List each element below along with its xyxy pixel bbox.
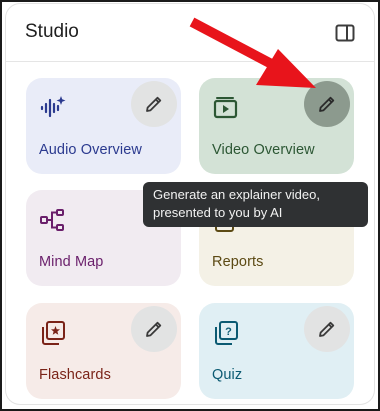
edit-video-button[interactable] — [304, 81, 350, 127]
card-video-overview[interactable]: Video Overview — [199, 78, 354, 174]
card-label: Audio Overview — [39, 142, 142, 158]
edit-quiz-button[interactable] — [304, 306, 350, 352]
tooltip-line: presented to you by AI — [153, 205, 283, 220]
tooltip-line: Generate an explainer video, — [153, 187, 320, 202]
card-quiz[interactable]: ? Quiz — [199, 303, 354, 399]
edit-flashcards-button[interactable] — [131, 306, 177, 352]
pencil-icon — [146, 96, 162, 112]
card-audio-overview[interactable]: Audio Overview — [26, 78, 181, 174]
card-label: Mind Map — [39, 254, 104, 270]
pencil-icon — [319, 321, 335, 337]
card-label: Flashcards — [39, 367, 111, 383]
panel-title: Studio — [25, 21, 79, 42]
card-label: Video Overview — [212, 142, 315, 158]
quiz-icon: ? — [212, 319, 240, 347]
video-icon — [212, 94, 240, 122]
studio-header: Studio — [6, 4, 374, 62]
panel-toggle-icon[interactable] — [334, 22, 356, 44]
card-label: Quiz — [212, 367, 243, 383]
mind-map-icon — [39, 206, 67, 234]
edit-audio-button[interactable] — [131, 81, 177, 127]
svg-text:?: ? — [225, 326, 232, 338]
flashcards-icon — [39, 319, 67, 347]
pencil-icon — [319, 96, 335, 112]
video-overview-tooltip: Generate an explainer video, presented t… — [143, 182, 368, 227]
card-flashcards[interactable]: Flashcards — [26, 303, 181, 399]
card-label: Reports — [212, 254, 264, 270]
audio-waveform-icon — [39, 94, 67, 122]
pencil-icon — [146, 321, 162, 337]
